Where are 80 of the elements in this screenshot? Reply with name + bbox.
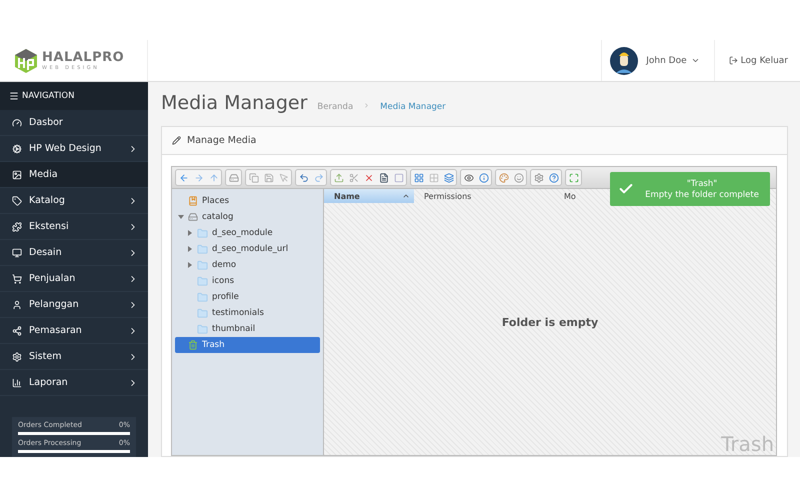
- tree-item[interactable]: testimonials: [175, 305, 320, 321]
- smile-icon: [514, 172, 524, 182]
- trash-icon: [188, 340, 198, 350]
- nav-item[interactable]: Media: [0, 162, 148, 188]
- tree-item[interactable]: icons: [175, 273, 320, 289]
- arrow-left-icon: [178, 172, 188, 182]
- undo-icon: [298, 172, 308, 182]
- save-icon: [264, 172, 274, 182]
- expand-arrow-icon[interactable]: [187, 262, 193, 268]
- gauge-icon: [12, 118, 22, 128]
- notification-message: Empty the folder complete: [645, 190, 759, 200]
- tree-item[interactable]: d_seo_module_url: [175, 241, 320, 257]
- layers-icon: [444, 172, 454, 182]
- tree-item[interactable]: profile: [175, 289, 320, 305]
- copy-icon: [248, 172, 258, 182]
- menu-icon: [9, 91, 19, 101]
- caret-icon: [690, 56, 700, 65]
- redo-icon: [314, 172, 324, 182]
- user-icon: [12, 300, 22, 310]
- chevron-icon: [363, 102, 370, 109]
- fullscreen-icon: [568, 172, 578, 182]
- help-icon: [548, 172, 558, 182]
- tree-item[interactable]: Places: [175, 193, 320, 209]
- eye-icon: [464, 172, 474, 182]
- expand-arrow-icon[interactable]: [187, 246, 193, 252]
- drive-icon: [228, 172, 238, 182]
- arrow-right-icon: [194, 172, 204, 182]
- settings-icon: [534, 172, 544, 182]
- folder-icon: [197, 292, 208, 302]
- folder-icon: [197, 244, 208, 254]
- tag-icon: [12, 196, 22, 206]
- column-header[interactable]: Permissions: [414, 189, 554, 203]
- sort-icon: [402, 192, 410, 200]
- user-menu[interactable]: John Doe: [646, 56, 700, 66]
- logout-button[interactable]: Log Keluar: [714, 40, 800, 81]
- square-icon: [394, 172, 404, 182]
- monitor-icon: [12, 248, 22, 258]
- grid-icon: [428, 172, 438, 182]
- cart-icon: [12, 274, 22, 284]
- column-header[interactable]: Mo: [554, 189, 594, 203]
- tree-item[interactable]: d_seo_module: [175, 225, 320, 241]
- logout-icon: [728, 56, 738, 65]
- logo-text: HALALPRO: [42, 50, 124, 65]
- column-header[interactable]: Name: [324, 189, 414, 203]
- tree-item[interactable]: catalog: [175, 209, 320, 225]
- nav-title: NAVIGATION: [22, 91, 74, 101]
- tree-item[interactable]: thumbnail: [175, 321, 320, 337]
- settings-icon: [12, 352, 22, 362]
- panel-title: Manage Media: [187, 135, 256, 146]
- expand-arrow-icon[interactable]: [187, 230, 193, 236]
- tree-item[interactable]: Trash: [175, 337, 320, 353]
- folder-icon: [197, 276, 208, 286]
- avatar-icon: [610, 46, 638, 74]
- share-icon: [12, 326, 22, 336]
- bookmark-icon: [188, 196, 198, 206]
- folder-icon: [197, 260, 208, 270]
- delete-icon: [364, 172, 374, 182]
- scissors-icon: [348, 172, 358, 182]
- notification-title: "Trash": [686, 178, 718, 188]
- folder-icon: [197, 324, 208, 334]
- collapse-arrow-icon[interactable]: [178, 214, 184, 220]
- empty-message: Folder is empty: [502, 316, 598, 328]
- palette-icon: [498, 172, 508, 182]
- logo-icon: [14, 48, 38, 74]
- tree-item[interactable]: demo: [175, 257, 320, 273]
- upload-icon: [334, 172, 344, 182]
- folder-icon: [197, 308, 208, 318]
- page-title: Media Manager: [161, 92, 308, 114]
- info-icon: [478, 172, 488, 182]
- grid-icon: [414, 172, 424, 182]
- pencil-icon: [172, 136, 181, 145]
- pointer-icon: [278, 172, 288, 182]
- folder-icon: [197, 228, 208, 238]
- bar-chart-icon: [12, 378, 22, 388]
- gears-icon: [12, 144, 22, 154]
- puzzle-icon: [12, 222, 22, 232]
- file-icon: [378, 172, 388, 182]
- image-icon: [12, 170, 22, 180]
- drive-icon: [188, 212, 198, 222]
- arrow-up-icon: [208, 172, 218, 182]
